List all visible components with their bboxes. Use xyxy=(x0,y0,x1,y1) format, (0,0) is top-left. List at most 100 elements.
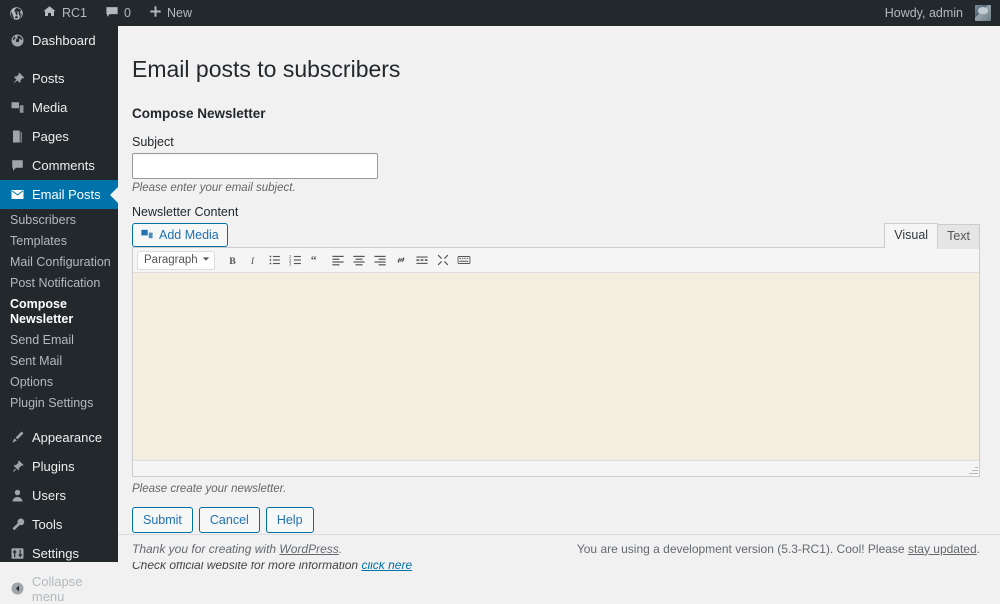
wordpress-logo-icon xyxy=(9,6,24,21)
avatar xyxy=(975,5,991,21)
sidebar-item-media[interactable]: Media xyxy=(0,93,118,122)
subject-help-text: Please enter your email subject. xyxy=(132,182,980,194)
page-title: Email posts to subscribers xyxy=(132,46,980,88)
my-account-menu[interactable]: Howdy, admin xyxy=(876,0,1000,26)
sidebar-item-dashboard[interactable]: Dashboard xyxy=(0,26,118,55)
editor-toolbar: Paragraph B I 123 “ xyxy=(133,248,979,273)
collapse-menu-button[interactable]: Collapse menu xyxy=(0,574,118,603)
form-buttons: Submit Cancel Help xyxy=(132,507,980,533)
new-content-menu[interactable]: New xyxy=(140,0,201,26)
wordpress-link[interactable]: WordPress xyxy=(279,542,338,556)
help-button[interactable]: Help xyxy=(266,507,314,533)
align-center-icon[interactable] xyxy=(349,251,368,270)
admin-bar-right: Howdy, admin xyxy=(876,0,1000,26)
fullscreen-icon[interactable] xyxy=(433,251,452,270)
sidebar-item-label: Users xyxy=(32,488,66,503)
submenu-item-subscribers[interactable]: Subscribers xyxy=(0,210,118,231)
envelope-icon xyxy=(10,187,30,202)
sidebar-item-tools[interactable]: Tools xyxy=(0,510,118,539)
plug-icon xyxy=(10,459,30,474)
submenu-item-options[interactable]: Options xyxy=(0,372,118,393)
sidebar-item-pages[interactable]: Pages xyxy=(0,122,118,151)
editor-footer xyxy=(133,461,979,476)
editor-mode-tabs: Visual Text xyxy=(885,223,980,248)
submenu-item-compose-newsletter[interactable]: Compose Newsletter xyxy=(0,294,118,330)
format-select[interactable]: Paragraph xyxy=(137,251,215,270)
comments-count: 0 xyxy=(124,6,131,20)
toolbar-toggle-icon[interactable] xyxy=(454,251,473,270)
site-name-label: RC1 xyxy=(62,6,87,20)
sidebar-item-label: Media xyxy=(32,100,67,115)
newsletter-editor: Paragraph B I 123 “ xyxy=(132,247,980,477)
svg-text:I: I xyxy=(250,255,255,266)
submenu-item-mail-configuration[interactable]: Mail Configuration xyxy=(0,252,118,273)
align-left-icon[interactable] xyxy=(328,251,347,270)
sidebar-item-label: Email Posts xyxy=(32,187,101,202)
svg-text:B: B xyxy=(229,255,236,266)
footer-credit-suffix: . xyxy=(339,542,342,556)
footer-version: You are using a development version (5.3… xyxy=(577,542,980,556)
bulleted-list-icon[interactable] xyxy=(265,251,284,270)
chevron-down-icon xyxy=(202,254,210,266)
sidebar-item-label: Settings xyxy=(32,546,79,561)
comment-bubble-icon xyxy=(105,5,119,22)
sidebar-item-appearance[interactable]: Appearance xyxy=(0,423,118,452)
numbered-list-icon[interactable]: 123 xyxy=(286,251,305,270)
sidebar-item-label: Tools xyxy=(32,517,62,532)
submenu-item-templates[interactable]: Templates xyxy=(0,231,118,252)
submenu-item-plugin-settings[interactable]: Plugin Settings xyxy=(0,393,118,414)
editor-top-row: Add Media Visual Text xyxy=(132,223,980,247)
newsletter-help-text: Please create your newsletter. xyxy=(132,483,980,495)
section-title: Compose Newsletter xyxy=(132,106,980,121)
submenu-item-sent-mail[interactable]: Sent Mail xyxy=(0,351,118,372)
add-media-label: Add Media xyxy=(159,228,219,242)
email-posts-submenu: Subscribers Templates Mail Configuration… xyxy=(0,209,118,423)
site-name-menu[interactable]: RC1 xyxy=(33,0,96,26)
user-icon xyxy=(10,488,30,503)
bold-icon[interactable]: B xyxy=(223,251,242,270)
main-content: Email posts to subscribers Compose Newsl… xyxy=(118,26,1000,562)
cancel-button[interactable]: Cancel xyxy=(199,507,260,533)
comments-menu[interactable]: 0 xyxy=(96,0,140,26)
collapse-arrow-icon xyxy=(10,581,30,596)
sidebar-item-email-posts[interactable]: Email Posts xyxy=(0,180,118,209)
italic-icon[interactable]: I xyxy=(244,251,263,270)
sidebar-item-label: Plugins xyxy=(32,459,75,474)
stay-updated-link[interactable]: stay updated xyxy=(908,542,977,556)
read-more-icon[interactable] xyxy=(412,251,431,270)
sidebar-item-plugins[interactable]: Plugins xyxy=(0,452,118,481)
svg-text:“: “ xyxy=(310,253,316,267)
admin-sidebar-menu: Dashboard Posts Media Pages Comments Ema… xyxy=(0,26,118,562)
submit-button[interactable]: Submit xyxy=(132,507,193,533)
dashboard-icon xyxy=(10,33,30,48)
sidebar-item-label: Comments xyxy=(32,158,95,173)
format-select-value: Paragraph xyxy=(144,254,198,266)
wp-logo-menu[interactable] xyxy=(0,0,33,26)
wrench-icon xyxy=(10,517,30,532)
menu-separator xyxy=(0,55,118,64)
admin-bar: RC1 0 New Howdy, admin xyxy=(0,0,1000,26)
subject-input[interactable] xyxy=(132,153,378,179)
editor-resize-handle[interactable] xyxy=(967,464,978,475)
admin-footer: Thank you for creating with WordPress. Y… xyxy=(118,534,1000,562)
settings-icon xyxy=(10,546,30,561)
add-media-button[interactable]: Add Media xyxy=(132,223,228,247)
sidebar-item-comments[interactable]: Comments xyxy=(0,151,118,180)
blockquote-icon[interactable]: “ xyxy=(307,251,326,270)
link-icon[interactable] xyxy=(391,251,410,270)
newsletter-editor-body[interactable] xyxy=(133,273,979,461)
tab-text[interactable]: Text xyxy=(937,224,980,249)
sidebar-item-users[interactable]: Users xyxy=(0,481,118,510)
submenu-item-post-notification[interactable]: Post Notification xyxy=(0,273,118,294)
sidebar-item-settings[interactable]: Settings xyxy=(0,539,118,568)
sidebar-item-posts[interactable]: Posts xyxy=(0,64,118,93)
collapse-menu-label: Collapse menu xyxy=(32,574,118,604)
footer-credit: Thank you for creating with WordPress. xyxy=(132,542,342,556)
footer-credit-prefix: Thank you for creating with xyxy=(132,542,279,556)
submenu-item-send-email[interactable]: Send Email xyxy=(0,330,118,351)
footer-version-prefix: You are using a development version (5.3… xyxy=(577,542,908,556)
align-right-icon[interactable] xyxy=(370,251,389,270)
new-content-label: New xyxy=(167,6,192,20)
sidebar-item-label: Appearance xyxy=(32,430,102,445)
tab-visual[interactable]: Visual xyxy=(884,223,938,248)
